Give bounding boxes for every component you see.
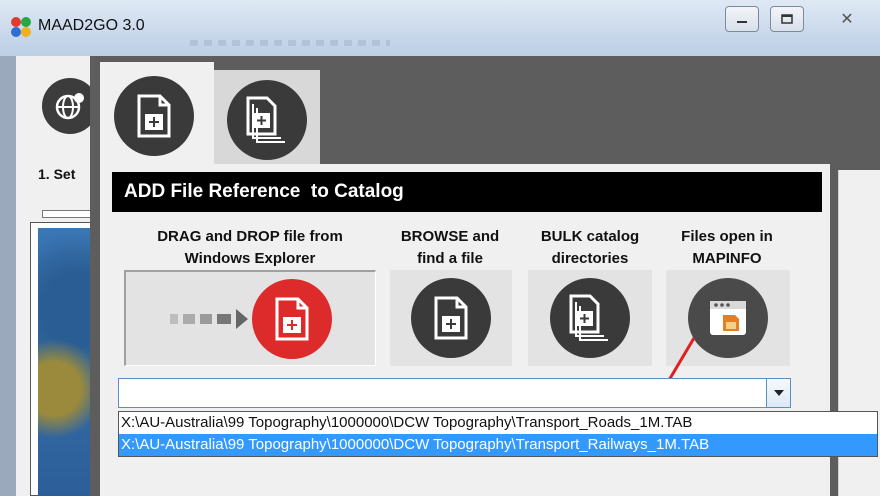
app-logo-icon (11, 17, 31, 37)
add-multiple-files-tab-icon (227, 80, 307, 160)
dropdown-item[interactable]: X:\AU-Australia\99 Topography\1000000\DC… (119, 412, 877, 434)
drag-arrow-icon (169, 308, 248, 329)
close-icon: ✕ (840, 11, 854, 28)
minimize-icon (737, 21, 747, 23)
globe-icon (55, 93, 84, 120)
option-label-bulk: BULK catalog directories (540, 228, 640, 267)
chevron-down-icon (773, 390, 784, 396)
window-titlebar: MAAD2GO 3.0 ✕ (0, 0, 880, 56)
add-file-icon (411, 278, 491, 358)
file-dropdown-list: X:\AU-Australia\99 Topography\1000000\DC… (118, 411, 878, 457)
file-path-combo[interactable] (118, 378, 791, 408)
dialog-header: ADD File Reference to Catalog (112, 172, 822, 212)
map-preview[interactable] (38, 228, 92, 496)
add-file-tab-icon (114, 76, 194, 156)
minimize-button[interactable] (725, 6, 759, 32)
dropdown-item-selected[interactable]: X:\AU-Australia\99 Topography\1000000\DC… (119, 434, 877, 456)
titlebar-decoration (190, 40, 390, 46)
add-multiple-files-icon (550, 278, 630, 358)
window-title: MAAD2GO 3.0 (38, 17, 145, 34)
drag-drop-zone[interactable] (124, 270, 376, 366)
option-label-drag-drop: DRAG and DROP file from Windows Explorer (157, 228, 343, 267)
drag-drop-file-icon (251, 278, 332, 359)
map-toolbar (42, 210, 94, 218)
file-path-input[interactable] (119, 380, 766, 406)
tab-add-file[interactable] (100, 62, 214, 172)
combo-dropdown-button[interactable] (766, 379, 790, 407)
option-label-mapinfo: Files open in MAPINFO (681, 228, 773, 267)
bulk-catalog-button[interactable] (528, 270, 652, 366)
option-label-browse: BROWSE and find a file (400, 228, 500, 267)
maximize-icon (781, 14, 793, 24)
browse-file-button[interactable] (390, 270, 512, 366)
close-button[interactable]: ✕ (818, 6, 876, 32)
tab-add-multiple-files[interactable] (214, 70, 320, 168)
maximize-button[interactable] (770, 6, 804, 32)
step-label: 1. Set (38, 166, 76, 182)
